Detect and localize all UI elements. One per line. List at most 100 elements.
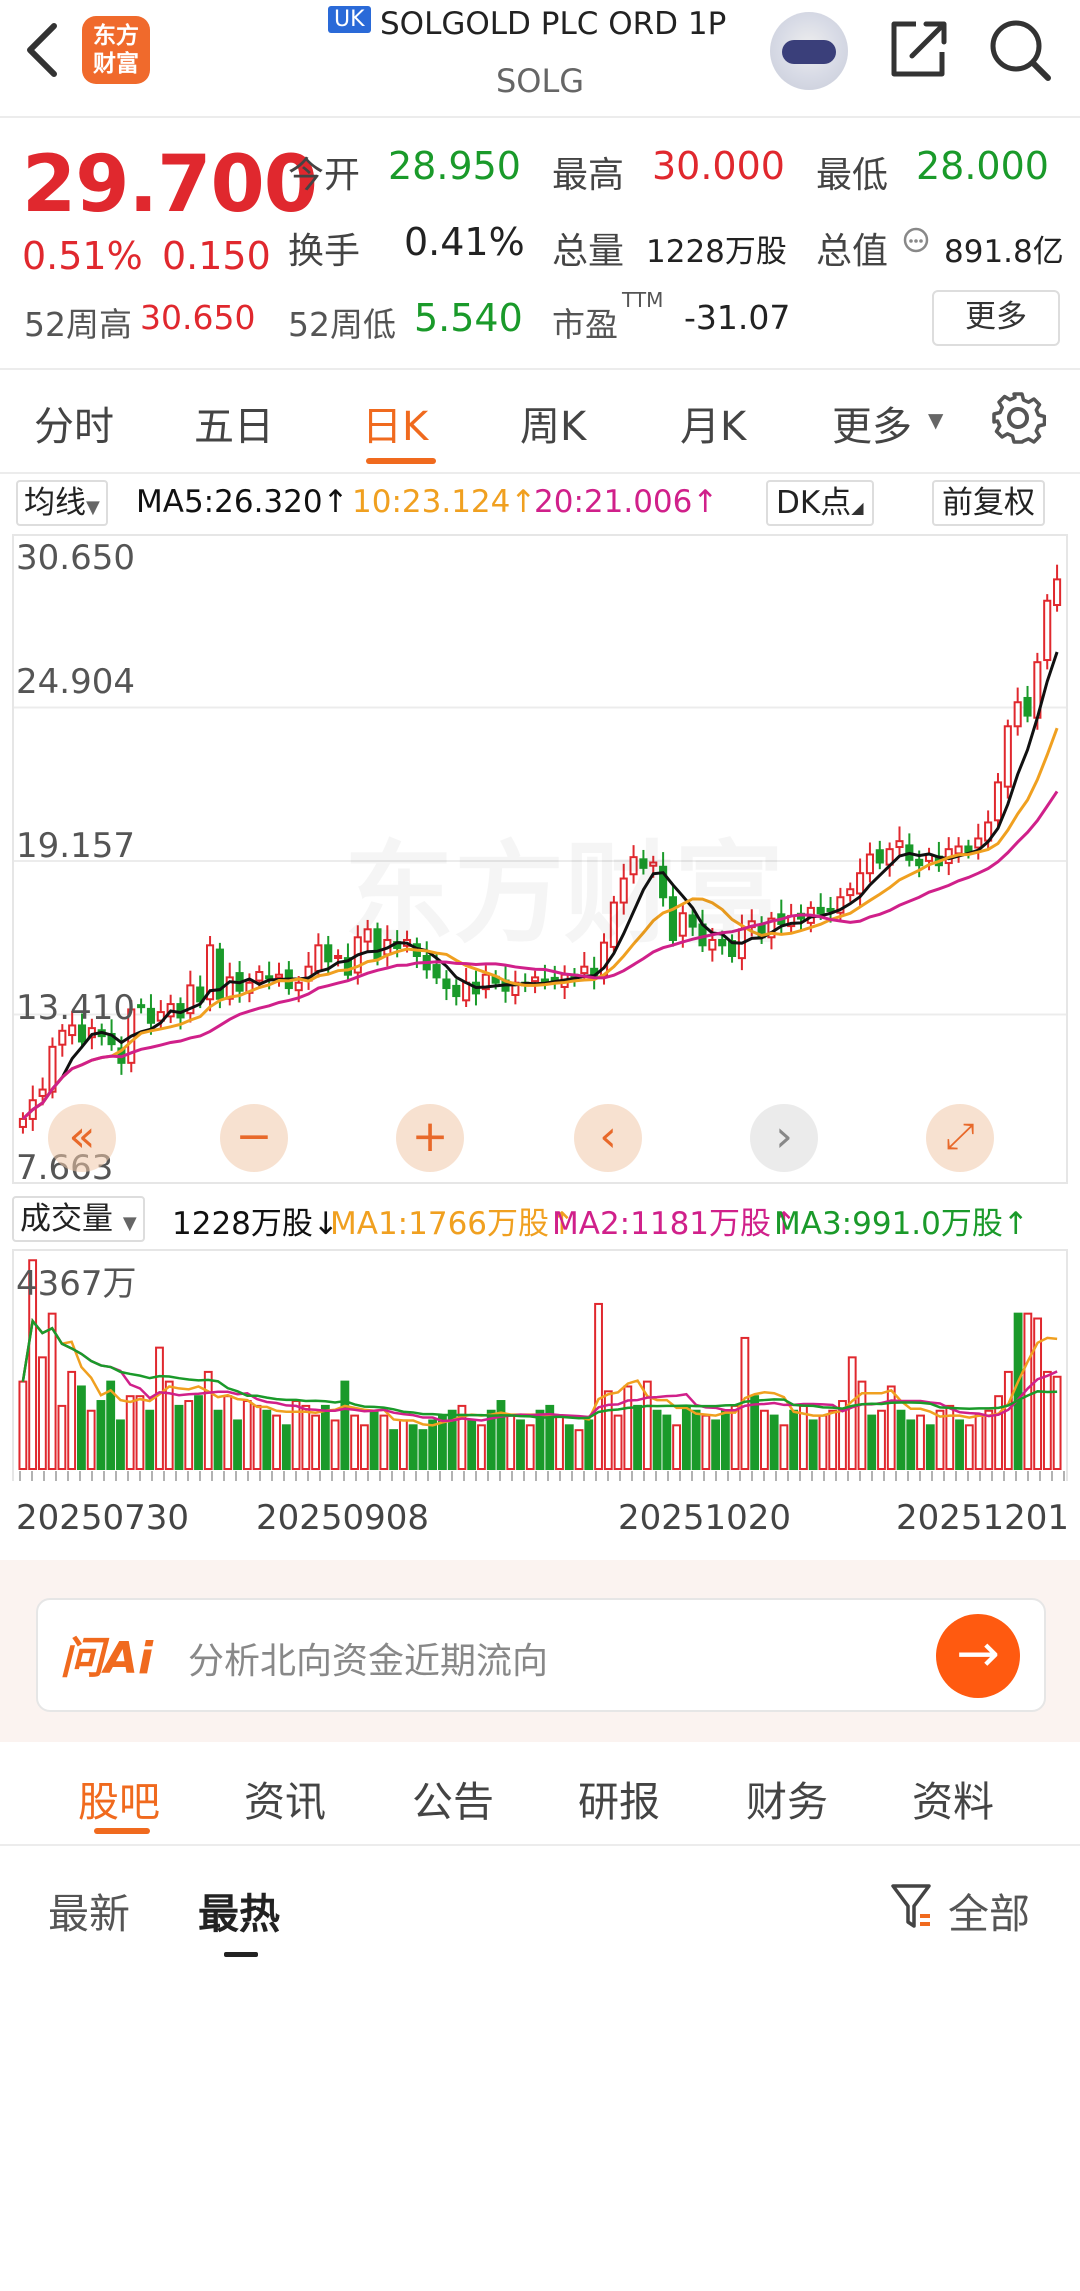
change-percent: 0.51%	[22, 234, 143, 278]
dk-point-toggle[interactable]: DK点◢	[766, 480, 874, 526]
volume-bar	[574, 1429, 584, 1470]
vol-ma3-line	[21, 1317, 1058, 1420]
volume-chart[interactable]	[12, 1249, 1068, 1481]
share-icon[interactable]	[886, 18, 950, 82]
ai-assistant-robot-icon[interactable]	[770, 12, 848, 90]
candle-body	[974, 837, 983, 849]
volume-bar	[955, 1419, 964, 1470]
turnover-label: 换手	[288, 231, 361, 272]
candle-body	[146, 1007, 156, 1024]
candle-body	[1043, 599, 1052, 662]
active-tab-underline	[366, 458, 436, 464]
volume-bar	[379, 1414, 389, 1471]
volume-bar	[789, 1409, 799, 1470]
pe-value: -31.07	[684, 298, 791, 337]
market-badge: UK	[328, 6, 371, 33]
candle-body	[18, 1117, 27, 1128]
tab-monthly-k[interactable]: 月K	[680, 394, 746, 452]
zoom-out-icon[interactable]: −	[220, 1104, 288, 1172]
settings-gear-icon[interactable]	[990, 390, 1046, 446]
volume-bar	[584, 1419, 594, 1470]
low-value: 28.000	[916, 144, 1049, 188]
adjust-select[interactable]: 前复权	[932, 480, 1045, 526]
volume-bar	[203, 1370, 213, 1470]
candle-body	[334, 954, 343, 959]
volume-bar	[106, 1380, 116, 1470]
volume-bar	[330, 1419, 340, 1470]
more-caret-icon: ▼	[928, 408, 944, 432]
pe-label: 市盈	[552, 305, 618, 344]
volume-bar	[184, 1400, 194, 1470]
y-tick-label: 24.904	[16, 662, 135, 702]
volume-bar	[47, 1312, 57, 1471]
more-quote-button[interactable]: 更多	[932, 290, 1060, 346]
volume-bar	[828, 1409, 838, 1470]
volume-indicator-select[interactable]: 成交量 ▼	[12, 1196, 145, 1242]
filter-all[interactable]: 全部	[948, 1880, 1030, 1940]
tab-weekly-k[interactable]: 周K	[520, 394, 586, 452]
vol-ma2: MA2:1181万股↑	[552, 1206, 797, 1242]
turnover-value: 0.41%	[404, 220, 525, 264]
kline-chart[interactable]: 东方财富	[12, 534, 1068, 1184]
volume-bar	[818, 1414, 828, 1471]
tab-five-day[interactable]: 五日	[194, 394, 274, 452]
candle-body	[1023, 696, 1032, 717]
volume-bar	[916, 1414, 925, 1471]
tab-financials[interactable]: 财务	[746, 1768, 828, 1828]
content-tabs: 股吧 资讯 公告 研报 财务 资料	[0, 1742, 1080, 1846]
pe-ttm-sup: TTM	[622, 288, 664, 312]
tab-intraday[interactable]: 分时	[34, 394, 114, 452]
volume-bar	[847, 1356, 857, 1470]
fullscreen-icon[interactable]: ⤢	[926, 1104, 994, 1172]
next-icon[interactable]: ›	[750, 1104, 818, 1172]
tab-hottest[interactable]: 最热	[198, 1880, 280, 1940]
ma10-value: 10:23.124↑	[352, 484, 537, 520]
high-value: 30.000	[652, 144, 785, 188]
tab-guba[interactable]: 股吧	[78, 1768, 160, 1828]
volume-bar	[769, 1414, 779, 1471]
tab-profile[interactable]: 资料	[912, 1768, 994, 1828]
volume-bar	[155, 1346, 164, 1470]
volume-bar	[477, 1424, 486, 1471]
tab-news[interactable]: 资讯	[244, 1768, 326, 1828]
volume-bar	[877, 1409, 886, 1470]
volume-bar	[594, 1302, 603, 1471]
volume-bar	[369, 1409, 379, 1470]
volume-bar	[681, 1404, 691, 1471]
ai-ask-box[interactable]: 问Ai 分析北向资金近期流向 →	[36, 1598, 1046, 1712]
volume-bar	[223, 1395, 233, 1471]
volume-bar	[37, 1356, 47, 1470]
w52-low-value: 5.540	[414, 296, 523, 340]
chevron-down-icon: ▼	[86, 497, 100, 518]
zoom-in-icon[interactable]: +	[396, 1104, 464, 1172]
tab-daily-k[interactable]: 日K	[362, 394, 428, 452]
volume-value: 1228万股	[646, 234, 787, 270]
volume-bar	[691, 1409, 701, 1470]
candle-body	[294, 981, 303, 992]
vol-ma3: MA3:991.0万股↑	[774, 1206, 1029, 1242]
ma-indicator-select[interactable]: 均线▼	[16, 480, 108, 526]
tab-latest[interactable]: 最新	[48, 1880, 130, 1940]
candle-body	[314, 944, 323, 972]
prev-icon[interactable]: ‹	[574, 1104, 642, 1172]
info-icon[interactable]	[902, 226, 930, 254]
tab-research[interactable]: 研报	[578, 1768, 660, 1828]
ma5-value: MA5:26.320↑	[136, 484, 349, 520]
tab-announcements[interactable]: 公告	[412, 1768, 494, 1828]
search-icon[interactable]	[986, 16, 1054, 84]
volume-bar	[86, 1409, 96, 1470]
candle-body	[964, 845, 973, 853]
x-tick-label: 20250908	[256, 1498, 430, 1538]
volume-bar	[711, 1419, 721, 1470]
filter-icon[interactable]	[890, 1882, 932, 1932]
volume-bar	[867, 1414, 877, 1471]
tab-more[interactable]: 更多	[832, 394, 912, 452]
volume-bar	[964, 1424, 974, 1471]
open-label: 今开	[288, 155, 361, 196]
chart-period-tabs: 分时 五日 日K 周K 月K 更多 ▼	[0, 372, 1080, 474]
volume-bar	[730, 1404, 740, 1471]
fast-backward-icon[interactable]: «	[48, 1104, 116, 1172]
w52-high-label: 52周高	[24, 305, 132, 344]
arrow-right-icon[interactable]: →	[936, 1614, 1020, 1698]
volume-bar	[652, 1409, 662, 1470]
